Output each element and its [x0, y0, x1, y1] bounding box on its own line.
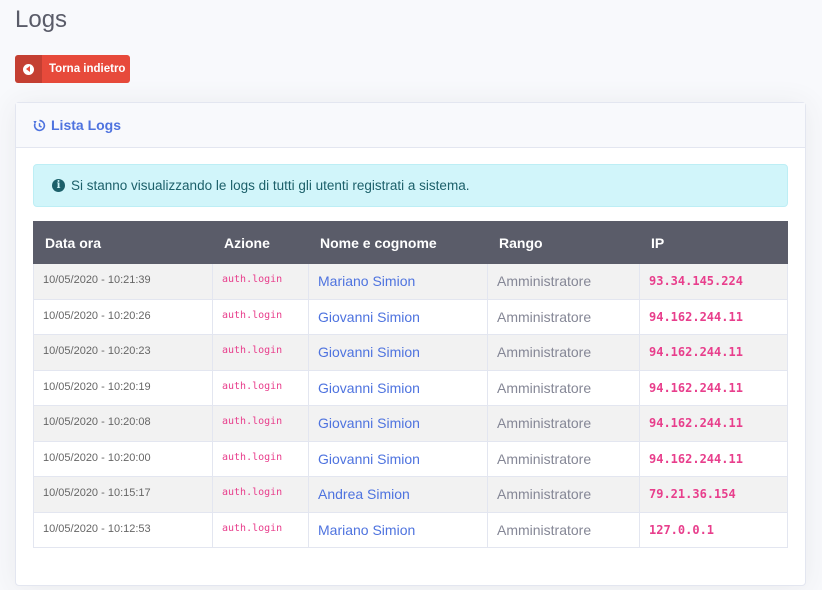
table-row: 10/05/2020 - 10:20:23 auth.login Giovann…: [33, 334, 788, 371]
logs-card: Lista Logs i Si stanno visualizzando le …: [15, 102, 806, 586]
cell-date: 10/05/2020 - 10:20:00: [33, 440, 213, 477]
history-icon: [33, 119, 46, 131]
cell-date: 10/05/2020 - 10:21:39: [33, 263, 213, 300]
cell-date: 10/05/2020 - 10:15:17: [33, 476, 213, 513]
cell-date: 10/05/2020 - 10:20:08: [33, 405, 213, 442]
cell-action: auth.login: [212, 476, 309, 513]
column-header-action: Azione: [212, 221, 309, 264]
table-row: 10/05/2020 - 10:20:26 auth.login Giovann…: [33, 298, 788, 335]
cell-name: Giovanni Simion: [308, 298, 488, 335]
cell-action: auth.login: [212, 511, 309, 548]
cell-ip: 94.162.244.11: [639, 334, 788, 371]
table-row: 10/05/2020 - 10:20:00 auth.login Giovann…: [33, 440, 788, 477]
table-row: 10/05/2020 - 10:20:08 auth.login Giovann…: [33, 405, 788, 442]
cell-rank: Amministratore: [487, 511, 640, 548]
cell-ip: 79.21.36.154: [639, 476, 788, 513]
logs-table: Data ora Azione Nome e cognome Rango IP …: [33, 221, 788, 548]
cell-ip: 94.162.244.11: [639, 405, 788, 442]
cell-rank: Amministratore: [487, 369, 640, 406]
cell-action: auth.login: [212, 405, 309, 442]
cell-name: Giovanni Simion: [308, 334, 488, 371]
table-row: 10/05/2020 - 10:15:17 auth.login Andrea …: [33, 476, 788, 513]
card-header: Lista Logs: [16, 103, 805, 148]
cell-rank: Amministratore: [487, 405, 640, 442]
info-alert: i Si stanno visualizzando le logs di tut…: [33, 164, 788, 207]
cell-name: Giovanni Simion: [308, 440, 488, 477]
table-row: 10/05/2020 - 10:12:53 auth.login Mariano…: [33, 511, 788, 548]
back-button[interactable]: Torna indietro: [15, 55, 130, 83]
info-circle-icon: i: [52, 179, 65, 192]
column-header-rank: Rango: [487, 221, 640, 264]
cell-action: auth.login: [212, 440, 309, 477]
cell-ip: 94.162.244.11: [639, 440, 788, 477]
cell-rank: Amministratore: [487, 263, 640, 300]
page-title: Logs: [15, 6, 68, 33]
column-header-name: Nome e cognome: [308, 221, 488, 264]
cell-date: 10/05/2020 - 10:20:23: [33, 334, 213, 371]
column-header-ip: IP: [639, 221, 788, 264]
cell-ip: 93.34.145.224: [639, 263, 788, 300]
table-row: 10/05/2020 - 10:20:19 auth.login Giovann…: [33, 369, 788, 406]
cell-action: auth.login: [212, 263, 309, 300]
cell-name: Giovanni Simion: [308, 369, 488, 406]
card-title: Lista Logs: [51, 117, 122, 133]
cell-action: auth.login: [212, 334, 309, 371]
cell-name: Giovanni Simion: [308, 405, 488, 442]
arrow-circle-left-icon: [15, 55, 42, 83]
cell-rank: Amministratore: [487, 440, 640, 477]
cell-rank: Amministratore: [487, 476, 640, 513]
cell-rank: Amministratore: [487, 298, 640, 335]
cell-name: Andrea Simion: [308, 476, 488, 513]
cell-action: auth.login: [212, 298, 309, 335]
cell-name: Mariano Simion: [308, 263, 488, 300]
cell-ip: 94.162.244.11: [639, 298, 788, 335]
cell-ip: 127.0.0.1: [639, 511, 788, 548]
column-header-date: Data ora: [33, 221, 213, 264]
table-row: 10/05/2020 - 10:21:39 auth.login Mariano…: [33, 263, 788, 300]
cell-date: 10/05/2020 - 10:20:26: [33, 298, 213, 335]
back-button-label: Torna indietro: [49, 63, 126, 75]
cell-date: 10/05/2020 - 10:20:19: [33, 369, 213, 406]
table-header-row: Data ora Azione Nome e cognome Rango IP: [33, 221, 788, 264]
alert-text: Si stanno visualizzando le logs di tutti…: [71, 178, 470, 193]
cell-date: 10/05/2020 - 10:12:53: [33, 511, 213, 548]
cell-action: auth.login: [212, 369, 309, 406]
cell-rank: Amministratore: [487, 334, 640, 371]
cell-name: Mariano Simion: [308, 511, 488, 548]
cell-ip: 94.162.244.11: [639, 369, 788, 406]
